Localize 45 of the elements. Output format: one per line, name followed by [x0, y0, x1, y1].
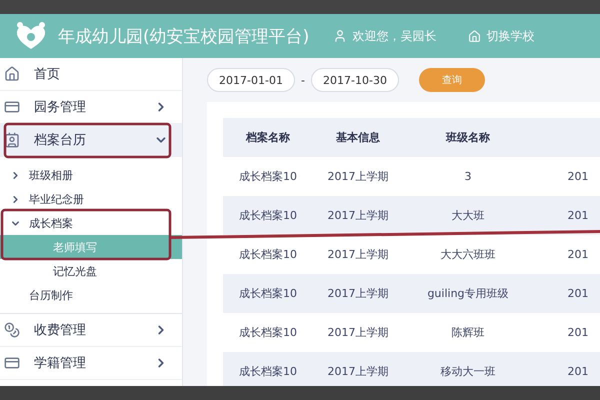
table-cell: 2017上学期 — [313, 157, 403, 196]
home-icon — [4, 66, 20, 82]
column-header: 基本信息 — [313, 118, 403, 157]
table-cell: 成长档案10 — [223, 196, 313, 235]
table-cell: 成长档案10 — [223, 352, 313, 391]
table-cell: 移动大一班 — [403, 352, 533, 391]
table-cell: 2017上学期 — [313, 196, 403, 235]
table-cell: 201 — [533, 196, 600, 235]
table-cell: 陈辉班 — [403, 313, 533, 352]
table-cell: 成长档案10 — [223, 235, 313, 274]
table-cell: 201 — [533, 352, 600, 391]
user-icon — [333, 29, 348, 43]
table-cell: 大大班 — [403, 196, 533, 235]
sidebar-subitem[interactable]: 成长档案 — [0, 211, 182, 235]
card-icon — [4, 355, 20, 371]
table-cell: 成长档案10 — [223, 274, 313, 313]
table-cell: 201 — [533, 274, 600, 313]
card-icon — [4, 99, 20, 115]
sidebar-subitem[interactable]: 毕业纪念册 — [0, 187, 182, 211]
table-cell: 201 — [533, 313, 600, 352]
app-title: 年成幼儿园(幼安宝校园管理平台) — [58, 26, 310, 48]
date-separator: - — [301, 74, 305, 86]
table-cell: 201 — [533, 157, 600, 196]
table-cell: 3 — [403, 157, 533, 196]
home-icon — [468, 30, 482, 42]
table-cell: 成长档案10 — [223, 313, 313, 352]
column-header: 班级名称 — [403, 118, 533, 157]
table-cell: guiling专用班级 — [403, 274, 533, 313]
sidebar-subitem[interactable]: 记忆光盘 — [0, 259, 182, 283]
end-date-field[interactable]: 2017-10-30 — [310, 68, 399, 92]
start-date-field[interactable]: 2017-01-01 — [207, 68, 295, 92]
contact-card-icon — [4, 132, 20, 148]
table-cell: 大大六班班 — [403, 235, 533, 274]
coins-icon — [4, 322, 20, 338]
table-cell: 201 — [533, 235, 600, 274]
column-header: 档案名称 — [223, 118, 313, 157]
welcome-user: 欢迎您，吴园长 — [333, 28, 436, 44]
sidebar-subitem[interactable]: 班级相册 — [0, 163, 182, 187]
sidebar-subitem[interactable]: 台历制作 — [0, 283, 182, 307]
table-cell: 2017上学期 — [313, 235, 403, 274]
table-cell: 成长档案10 — [223, 157, 313, 196]
table-cell: 2017上学期 — [313, 352, 403, 391]
table-cell: 2017上学期 — [313, 274, 403, 313]
table-cell: 2017上学期 — [313, 313, 403, 352]
logo-icon — [14, 21, 48, 51]
